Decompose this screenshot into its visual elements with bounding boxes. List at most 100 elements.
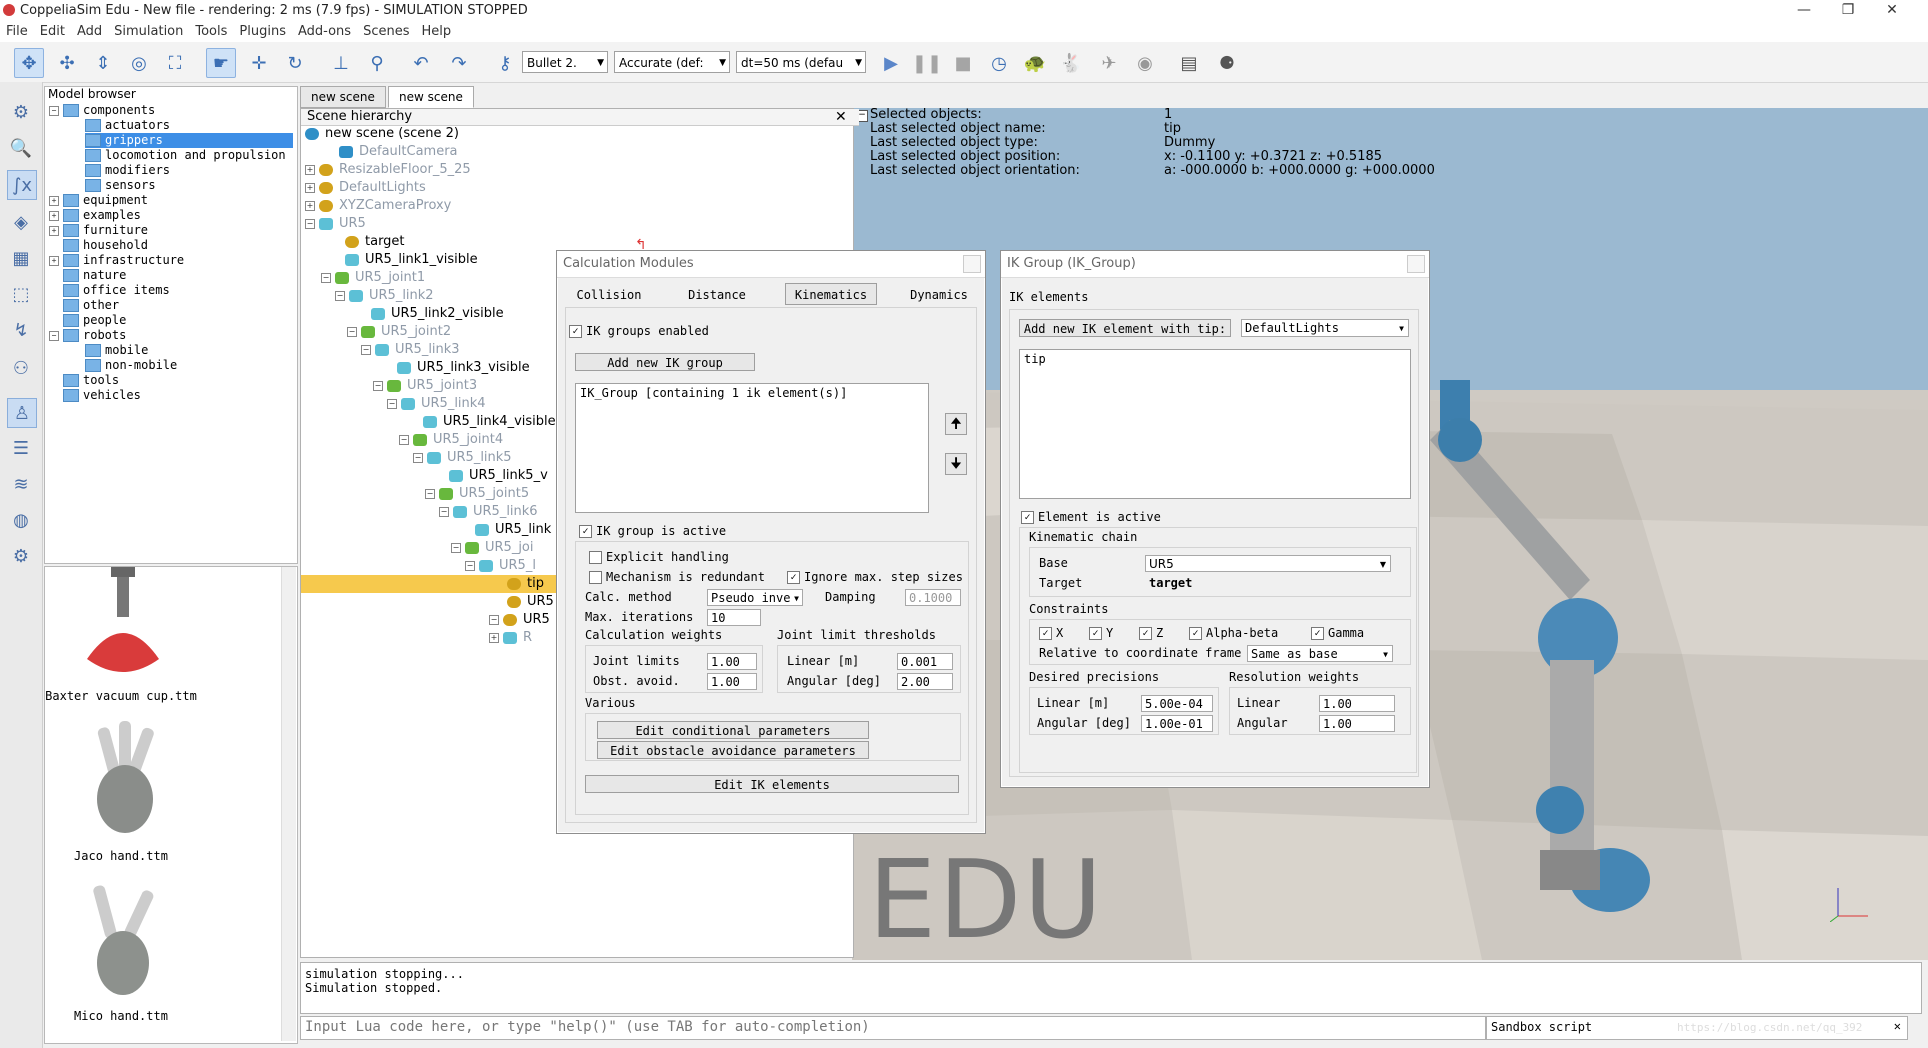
collection-icon[interactable]: ◈	[7, 208, 35, 236]
menu-edit[interactable]: Edit	[34, 22, 71, 39]
tree-item-tools[interactable]: tools	[63, 373, 119, 388]
camera-angle-icon[interactable]: ◎	[124, 48, 154, 78]
tree-item-actuators[interactable]: actuators	[85, 118, 170, 133]
tree-item-mobile[interactable]: mobile	[85, 343, 148, 358]
dialog-close-icon[interactable]	[1407, 255, 1425, 273]
model-browser-icon[interactable]: 🔍	[7, 134, 35, 162]
tab-scene-2[interactable]: new scene	[388, 86, 474, 108]
relative-frame-select[interactable]: Same as base ▼	[1247, 645, 1393, 662]
edit-ik-elements-button[interactable]: Edit IK elements	[585, 775, 959, 793]
tree-item-equipment[interactable]: + equipment	[49, 193, 148, 208]
hier-item[interactable]: UR5_link1_visible	[345, 251, 478, 268]
play-icon[interactable]: ▶	[876, 48, 906, 78]
menu-file[interactable]: File	[0, 22, 34, 39]
calc-method-select[interactable]: Pseudo inve ▼	[707, 589, 803, 606]
visualization-icon[interactable]: ◉	[1130, 48, 1160, 78]
object-rotate-icon[interactable]: ↻	[280, 48, 310, 78]
tree-item-components[interactable]: − components	[49, 103, 155, 118]
add-ik-element-button[interactable]: Add new IK element with tip:	[1019, 319, 1231, 337]
ignore-step-sizes-checkbox[interactable]: ✓ Ignore max. step sizes	[787, 569, 963, 585]
linear-precision-field[interactable]: 5.00e-04	[1141, 695, 1213, 712]
hier-item[interactable]: − UR5_joi	[451, 539, 534, 556]
menu-add[interactable]: Add	[71, 22, 108, 39]
max-iterations-field[interactable]: 10	[707, 609, 761, 626]
hier-item[interactable]: − UR5_link4	[387, 395, 486, 412]
hier-item[interactable]: UR5_link	[475, 521, 551, 538]
accuracy-select[interactable]: Accurate (def: ▼	[614, 51, 730, 73]
tree-item-nature[interactable]: nature	[63, 268, 126, 283]
constraint-z-checkbox[interactable]: ✓ Z	[1139, 625, 1163, 641]
tree-item-vehicles[interactable]: vehicles	[63, 388, 141, 403]
damping-field[interactable]: 0.1000	[905, 589, 961, 606]
hier-item[interactable]: + R	[489, 629, 532, 646]
baxter-vacuum-cup-thumbnail[interactable]	[73, 567, 173, 693]
linear-threshold-field[interactable]: 0.001	[897, 653, 953, 670]
tree-item-other[interactable]: other	[63, 298, 119, 313]
hier-item[interactable]: + ResizableFloor_5_25	[305, 161, 471, 178]
menu-tools[interactable]: Tools	[189, 22, 233, 39]
ur5-robot-render[interactable]	[1420, 380, 1710, 960]
move-up-icon[interactable]: 🠉	[945, 413, 967, 435]
transfer-dna-icon[interactable]: ⚲	[362, 48, 392, 78]
tab-kinematics[interactable]: Kinematics	[785, 283, 877, 305]
mico-hand-thumbnail[interactable]	[73, 879, 173, 1009]
hier-item[interactable]: − UR5_link6	[439, 503, 538, 520]
hier-item[interactable]: target	[345, 233, 405, 250]
tree-item-infrastructure[interactable]: + infrastructure	[49, 253, 184, 268]
mechanism-redundant-checkbox[interactable]: Mechanism is redundant	[589, 569, 765, 585]
scene-page-icon[interactable]: ▤	[1174, 48, 1204, 78]
menu-help[interactable]: Help	[415, 22, 457, 39]
tree-item-people[interactable]: people	[63, 313, 126, 328]
move-down-icon[interactable]: 🠋	[945, 453, 967, 475]
menu-scenes[interactable]: Scenes	[357, 22, 415, 39]
hier-item[interactable]: − UR5_link5	[413, 449, 512, 466]
pause-icon[interactable]: ❚❚	[912, 48, 942, 78]
layers-icon[interactable]: ⚈	[1212, 48, 1242, 78]
tree-item-household[interactable]: household	[63, 238, 148, 253]
linear-weight-field[interactable]: 1.00	[1319, 695, 1395, 712]
user-settings-icon[interactable]: ⚙	[7, 542, 35, 570]
selection-icon[interactable]: ⚇	[7, 354, 35, 382]
explicit-handling-checkbox[interactable]: Explicit handling	[589, 549, 729, 565]
hier-item[interactable]: − UR5_joint5	[425, 485, 529, 502]
layers-panel-icon[interactable]: ≋	[7, 470, 35, 498]
sandbox-script-select[interactable]: Sandbox script https://blog.csdn.net/qq_…	[1486, 1016, 1908, 1040]
ik-group-list-item[interactable]: IK_Group [containing 1 ik element(s)]	[580, 386, 847, 400]
hier-item[interactable]: UR5_link5_v	[449, 467, 548, 484]
hier-item[interactable]: new scene (scene 2)	[305, 125, 459, 142]
ik-element-list-item[interactable]: tip	[1024, 352, 1046, 366]
calculation-modules-icon[interactable]: ∫x	[7, 170, 37, 200]
tree-item-non-mobile[interactable]: non-mobile	[85, 358, 177, 373]
tab-scene-1[interactable]: new scene	[300, 86, 386, 108]
tree-item-furniture[interactable]: + furniture	[49, 223, 148, 238]
speed-up-icon[interactable]: 🐇	[1056, 48, 1086, 78]
ik-group-active-checkbox[interactable]: ✓ IK group is active	[579, 523, 726, 539]
hier-item[interactable]: DefaultCamera	[339, 143, 458, 160]
angular-weight-field[interactable]: 1.00	[1319, 715, 1395, 732]
tab-distance[interactable]: Distance	[675, 285, 759, 303]
tree-item-modifiers[interactable]: modifiers	[85, 163, 170, 178]
dynamics-icon[interactable]: ⚷	[490, 48, 520, 78]
tree-item-locomotion[interactable]: locomotion and propulsion	[85, 148, 286, 163]
hier-item[interactable]: + DefaultLights	[305, 179, 426, 196]
ik-element-list[interactable]: tip	[1019, 349, 1411, 499]
edit-obstacle-avoidance-button[interactable]: Edit obstacle avoidance parameters	[597, 741, 869, 759]
angular-precision-field[interactable]: 1.00e-01	[1141, 715, 1213, 732]
constraint-x-checkbox[interactable]: ✓ X	[1039, 625, 1063, 641]
click-select-icon[interactable]: ☛	[206, 48, 236, 78]
angular-threshold-field[interactable]: 2.00	[897, 673, 953, 690]
timestep-select[interactable]: dt=50 ms (defau ▼	[736, 51, 866, 73]
hier-item[interactable]: − UR5_joint3	[373, 377, 477, 394]
menu-simulation[interactable]: Simulation	[108, 22, 189, 39]
hierarchy-icon[interactable]: ☰	[7, 434, 35, 462]
tab-dynamics[interactable]: Dynamics	[897, 285, 981, 303]
tab-collision[interactable]: Collision	[567, 285, 651, 303]
video-recorder-icon[interactable]: ◍	[7, 506, 35, 534]
menu-addons[interactable]: Add-ons	[292, 22, 357, 39]
hier-item[interactable]: UR5	[507, 593, 554, 610]
edit-conditional-parameters-button[interactable]: Edit conditional parameters	[597, 721, 869, 739]
hier-item[interactable]: − UR5_l	[465, 557, 536, 574]
scripts-icon[interactable]: ▦	[7, 244, 35, 272]
hier-item[interactable]: − UR5_joint4	[399, 431, 503, 448]
hier-item[interactable]: UR5_link4_visible	[423, 413, 556, 430]
